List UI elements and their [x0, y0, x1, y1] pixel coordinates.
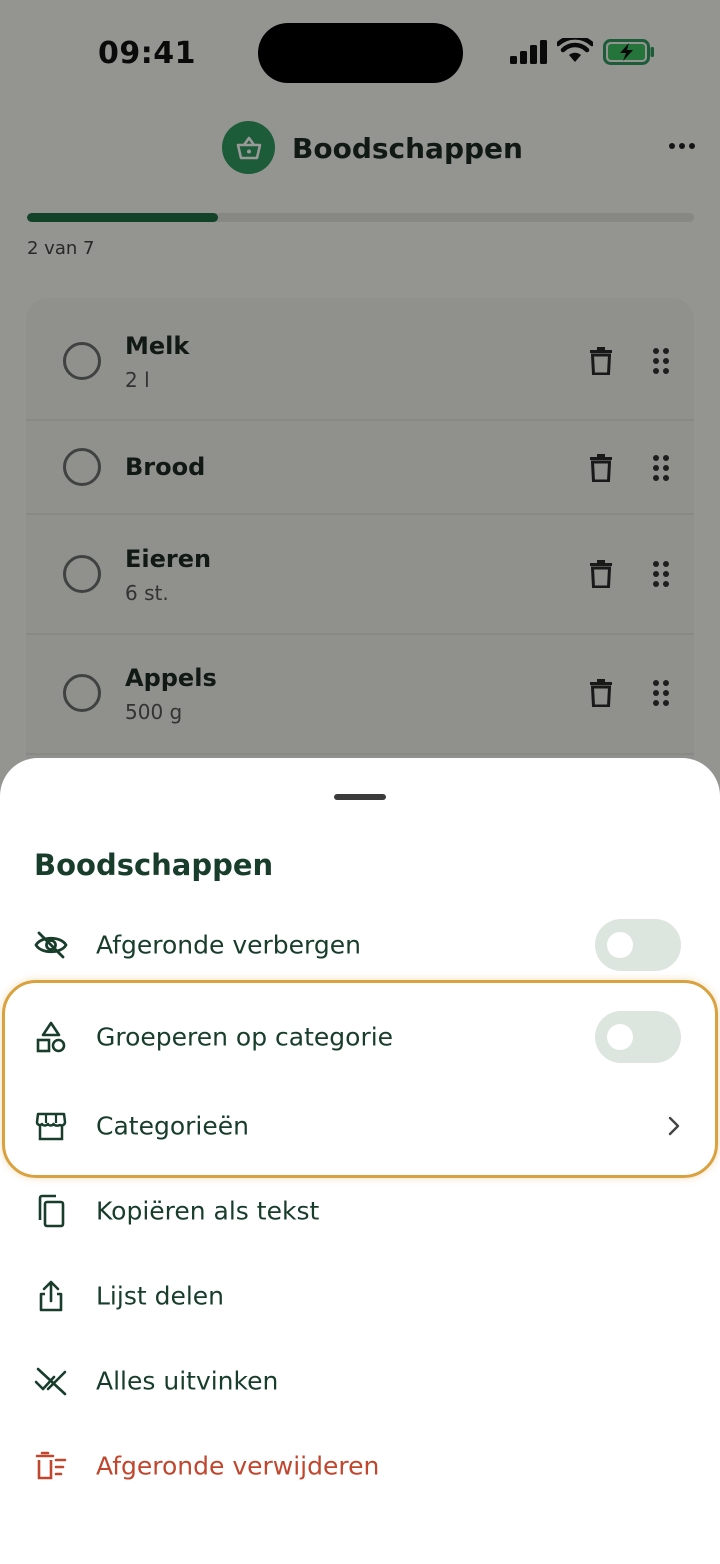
delete-completed-row[interactable]: Afgeronde verwijderen	[0, 1431, 720, 1501]
highlight-outline	[2, 980, 718, 1178]
copy-icon	[34, 1194, 68, 1228]
delete-sweep-icon	[34, 1449, 68, 1483]
hide-completed-toggle[interactable]	[595, 919, 681, 971]
sheet-drag-handle[interactable]	[334, 794, 386, 800]
copy-as-text-label: Kopiëren als tekst	[96, 1196, 320, 1226]
uncheck-all-row[interactable]: Alles uitvinken	[0, 1346, 720, 1416]
hide-completed-row[interactable]: Afgeronde verbergen	[0, 910, 720, 980]
uncheck-all-icon	[34, 1364, 68, 1398]
uncheck-all-label: Alles uitvinken	[96, 1366, 279, 1396]
hide-completed-label: Afgeronde verbergen	[96, 930, 361, 960]
share-icon	[34, 1279, 68, 1313]
eye-off-icon	[34, 928, 68, 962]
copy-as-text-row[interactable]: Kopiëren als tekst	[0, 1176, 720, 1246]
share-list-label: Lijst delen	[96, 1281, 225, 1311]
share-list-row[interactable]: Lijst delen	[0, 1261, 720, 1331]
delete-completed-label: Afgeronde verwijderen	[96, 1451, 380, 1481]
list-options-sheet: Boodschappen Afgeronde verbergen Groeper…	[0, 758, 720, 1564]
sheet-title: Boodschappen	[34, 848, 274, 882]
